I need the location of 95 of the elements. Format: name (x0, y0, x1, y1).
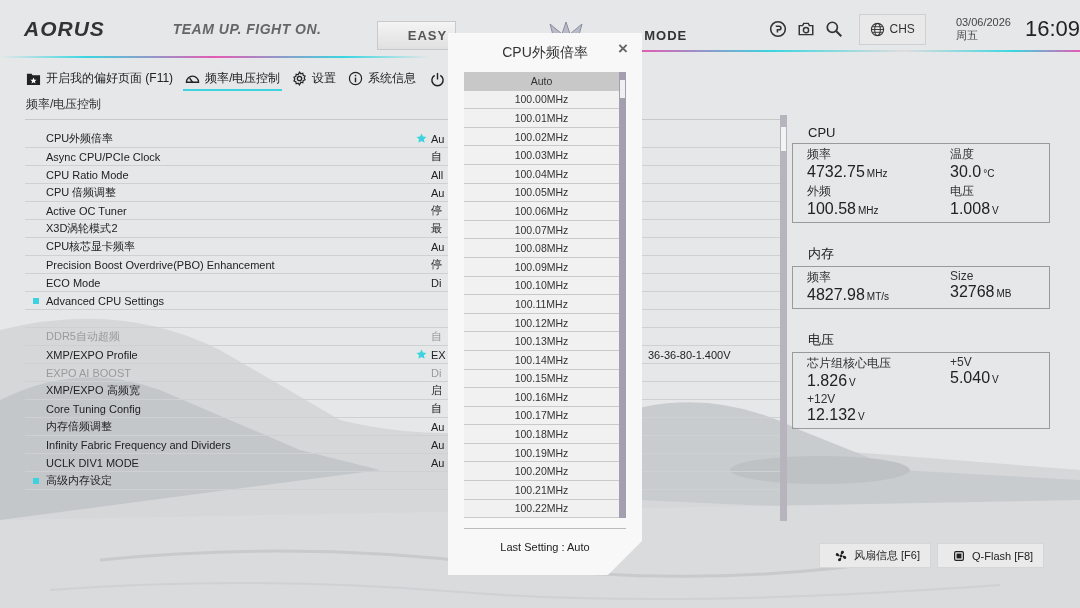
reading-value: 12.132 V (807, 406, 866, 424)
logo: AORUS (24, 17, 106, 41)
option-item[interactable]: 100.21MHz (464, 481, 619, 500)
option-item[interactable]: Auto (464, 72, 619, 91)
submenu-bullet-icon (32, 477, 39, 484)
reading-label: +5V (950, 355, 973, 369)
setting-label[interactable]: CPU核芯显卡频率 (46, 239, 416, 254)
weekday: 周五 (955, 29, 979, 42)
setting-label[interactable]: X3D涡轮模式2 (46, 221, 416, 236)
setting-value[interactable]: Au (431, 420, 445, 433)
setting-label[interactable]: Active OC Tuner (46, 204, 416, 217)
reading-label: 频率 (807, 146, 832, 163)
reading-label: 外频 (807, 183, 832, 200)
option-item[interactable]: 100.13MHz (464, 332, 619, 351)
setting-label[interactable]: 内存倍频调整 (46, 419, 416, 434)
setting-label[interactable]: CPU 倍频调整 (46, 185, 416, 200)
reading-label: +12V (807, 392, 837, 406)
chip-icon (952, 548, 966, 563)
reading-value: 1.826V (807, 372, 857, 390)
nav-tab[interactable]: 系统信息 (346, 67, 419, 91)
option-item[interactable]: 100.16MHz (464, 388, 619, 407)
section-title: CPU (807, 124, 837, 142)
last-setting-text: Last Setting : Auto (464, 528, 626, 554)
reading-label: Size (950, 269, 975, 283)
setting-label[interactable]: Async CPU/PCIe Clock (46, 150, 416, 163)
scrollbar[interactable] (780, 115, 787, 521)
help-icon[interactable] (768, 20, 787, 38)
setting-label[interactable]: CPU外频倍率 (46, 131, 416, 146)
setting-value[interactable]: 最 (431, 221, 442, 236)
option-item[interactable]: 100.03MHz (464, 146, 619, 165)
slogan: TEAM UP. FIGHT ON. (172, 21, 322, 37)
search-icon[interactable] (824, 20, 843, 38)
option-item[interactable]: 100.08MHz (464, 239, 619, 258)
reading-value: 30.0°C (950, 163, 996, 181)
nav-tab[interactable]: 开启我的偏好页面 (F11) (24, 67, 176, 91)
setting-label[interactable]: Core Tuning Config (46, 402, 416, 415)
setting-label[interactable]: Precision Boost Overdrive(PBO) Enhancement (46, 258, 416, 271)
scrollbar[interactable] (619, 72, 626, 519)
nav-tab[interactable]: 设置 (290, 67, 339, 91)
setting-value[interactable]: Au (431, 132, 445, 145)
setting-value[interactable]: 停 (431, 257, 442, 272)
reading-label: 芯片组核心电压 (807, 355, 892, 372)
section-title: 电压 (807, 331, 835, 349)
setting-value[interactable]: All (431, 168, 444, 181)
setting-value[interactable]: EX (431, 348, 446, 361)
nav-tab[interactable]: 频率/电压控制 (183, 67, 283, 91)
section-title: 内存 (807, 245, 835, 263)
setting-value[interactable]: Au (431, 186, 445, 199)
setting-label[interactable]: Infinity Fabric Frequency and Dividers (46, 438, 416, 451)
fan-icon (834, 548, 848, 563)
mode-tab[interactable]: MODE (642, 21, 690, 49)
settings-icon (292, 70, 308, 86)
setting-value[interactable]: 自 (431, 149, 442, 164)
reading-value: 32768 MB (950, 283, 1013, 301)
option-item[interactable]: 100.06MHz (464, 202, 619, 221)
reading-value: 100.58MHz (807, 200, 880, 218)
setting-value[interactable]: 自 (431, 401, 442, 416)
clock: 16:09 (1024, 16, 1080, 42)
setting-value[interactable]: Au (431, 456, 445, 469)
globe-icon (869, 21, 885, 37)
setting-label[interactable]: CPU Ratio Mode (46, 168, 416, 181)
setting-label[interactable]: ECO Mode (46, 276, 416, 289)
reading-value: 4827.98MT/s (807, 286, 891, 304)
setting-label[interactable]: UCLK DIV1 MODE (46, 456, 416, 469)
setting-value[interactable]: Au (431, 240, 445, 253)
breadcrumb: 频率/电压控制 (26, 96, 102, 112)
close-button[interactable]: × (618, 39, 628, 59)
option-item[interactable]: 100.01MHz (464, 109, 619, 128)
setting-value[interactable]: 启 (431, 383, 442, 398)
function-button[interactable]: 风扇信息 [F6] (819, 543, 931, 568)
reading-label: 温度 (950, 146, 975, 163)
option-item[interactable]: 100.11MHz (464, 295, 619, 314)
reading-label: 频率 (807, 269, 832, 286)
setting-label[interactable]: XMP/EXPO 高频宽 (46, 383, 416, 398)
setting-label[interactable]: 高级内存设定 (46, 473, 416, 488)
info-icon (348, 70, 364, 86)
submenu-bullet-icon (32, 297, 39, 304)
option-item[interactable]: 100.20MHz (464, 462, 619, 482)
reading-value: 5.040V (950, 369, 1000, 387)
setting-value[interactable]: Au (431, 438, 445, 451)
setting-label[interactable]: Advanced CPU Settings (46, 294, 416, 307)
reading-label: 电压 (950, 183, 975, 200)
dialog-title: CPU外频倍率 (502, 43, 588, 62)
setting-label[interactable]: XMP/EXPO Profile (46, 348, 416, 361)
power-icon (430, 71, 446, 87)
camera-icon[interactable] (796, 20, 815, 38)
language-button[interactable]: CHS (858, 13, 926, 45)
reading-value: 1.008V (950, 200, 1000, 218)
function-button[interactable]: Q-Flash [F8] (937, 543, 1045, 568)
option-item[interactable]: 100.18MHz (464, 425, 619, 444)
setting-value[interactable]: 停 (431, 203, 442, 218)
setting-value: 36-36-80-1.400V (648, 348, 731, 361)
reading-value: 4732.75MHz (807, 163, 889, 181)
setting-value[interactable]: Di (431, 276, 442, 289)
date: 03/06/2026 (955, 16, 1011, 29)
